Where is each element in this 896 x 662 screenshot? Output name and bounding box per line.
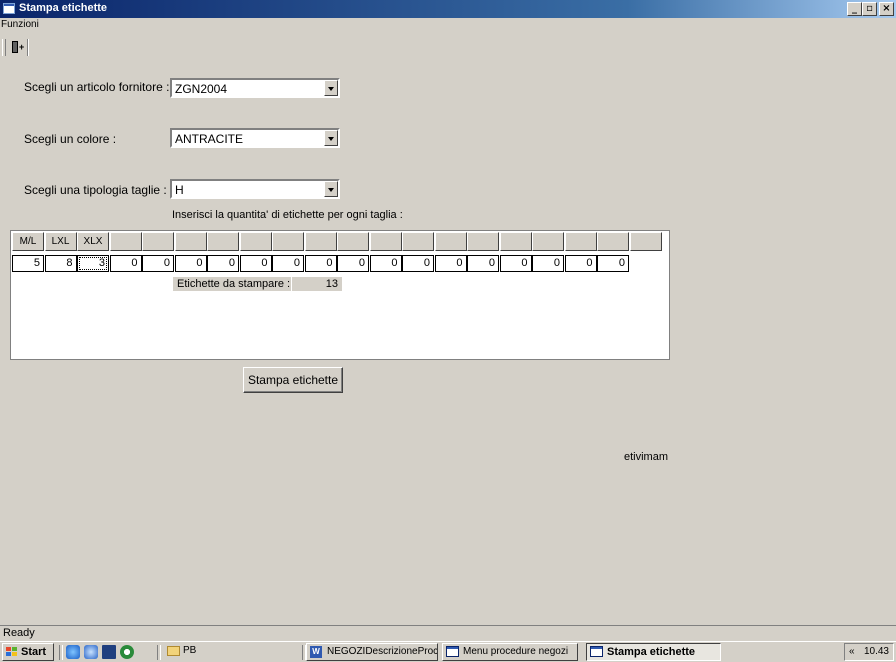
quantity-input[interactable]: 0 — [369, 255, 402, 272]
quantity-input[interactable]: 5 — [12, 255, 44, 272]
toolbar-grip — [2, 39, 6, 56]
quantity-input[interactable]: 0 — [272, 255, 304, 272]
quantity-input[interactable]: 0 — [304, 255, 337, 272]
taglie-label: Scegli una tipologia taglie : — [24, 183, 167, 197]
task-label: Menu procedure negozi — [463, 646, 569, 657]
window-icon — [446, 646, 459, 657]
articolo-value: ZGN2004 — [175, 82, 228, 96]
taglie-value: H — [175, 183, 184, 197]
quantity-input[interactable]: 0 — [174, 255, 207, 272]
status-bar: Ready — [0, 625, 896, 641]
exit-door-icon — [12, 41, 18, 53]
taglie-dropdown[interactable]: H — [170, 179, 340, 199]
instruction-text: Inserisci la quantita' di etichette per … — [172, 209, 403, 221]
task-menu-procedure[interactable]: Menu procedure negozi — [442, 643, 578, 661]
user-name: etivimam — [624, 451, 669, 463]
size-header-cell — [304, 232, 337, 251]
size-header-cell — [337, 232, 369, 251]
chevron-down-icon[interactable] — [324, 130, 338, 146]
size-header-cell — [564, 232, 597, 251]
size-header-cell — [629, 232, 662, 251]
folder-icon — [167, 646, 180, 656]
quantity-input[interactable]: 3 — [77, 255, 109, 272]
colore-dropdown[interactable]: ANTRACITE — [170, 128, 340, 148]
size-header-cell — [597, 232, 629, 251]
task-stampa-etichette[interactable]: Stampa etichette — [586, 643, 721, 661]
system-tray: « 10.43 — [844, 643, 894, 661]
start-label: Start — [21, 646, 47, 658]
size-header-cell — [174, 232, 207, 251]
taskbar: Start PB W NEGOZIDescrizioneProce... Men… — [0, 641, 896, 662]
size-header-cell — [239, 232, 272, 251]
start-button[interactable]: Start — [2, 643, 54, 661]
size-header-cell: XLX — [77, 232, 109, 251]
quantity-input[interactable]: 0 — [467, 255, 499, 272]
taskbar-grip — [157, 645, 161, 660]
word-doc-icon: W — [310, 646, 322, 658]
exit-arrow-icon: + — [19, 42, 25, 52]
menu-funzioni[interactable]: Funzioni — [0, 19, 39, 30]
quantity-input[interactable]: 0 — [207, 255, 239, 272]
chevron-down-icon[interactable] — [324, 181, 338, 197]
menu-bar: Funzioni — [0, 18, 896, 34]
size-header-cell — [532, 232, 564, 251]
quicklaunch-grip — [59, 645, 63, 660]
quantity-input[interactable]: 0 — [499, 255, 532, 272]
window-title: Stampa etichette — [19, 2, 108, 14]
size-header-cell — [142, 232, 174, 251]
folder-pb-button[interactable]: PB — [163, 643, 223, 661]
windows-flag-icon — [6, 647, 18, 657]
quantity-input[interactable]: 0 — [142, 255, 174, 272]
task-label: NEGOZIDescrizioneProce... — [327, 646, 438, 657]
status-text: Ready — [3, 627, 35, 639]
colore-value: ANTRACITE — [175, 132, 244, 146]
size-header-cell — [272, 232, 304, 251]
size-quantity-grid: M/L LXL XLX 5830000000000000000 Etichette … — [10, 230, 670, 360]
minimize-button[interactable]: _ — [847, 2, 862, 16]
chevron-down-icon[interactable] — [324, 80, 338, 96]
quantity-input[interactable]: 0 — [434, 255, 467, 272]
size-header-cell: M/L — [12, 232, 44, 251]
articolo-dropdown[interactable]: ZGN2004 — [170, 78, 340, 98]
articolo-label: Scegli un articolo fornitore : — [24, 80, 170, 94]
ie-icon[interactable] — [66, 645, 80, 659]
folder-label: PB — [183, 645, 197, 656]
total-value: 13 — [292, 277, 342, 291]
size-header-cell — [369, 232, 402, 251]
total-label: Etichette da stampare : — [173, 277, 291, 291]
print-labels-button[interactable]: Stampa etichette — [243, 367, 343, 393]
quantity-input[interactable]: 0 — [597, 255, 629, 272]
app-window-icon — [3, 3, 15, 14]
size-header-cell — [109, 232, 142, 251]
task-label: Stampa etichette — [607, 646, 696, 658]
window-icon — [590, 646, 603, 657]
quantity-input[interactable]: 0 — [239, 255, 272, 272]
media-player-icon[interactable] — [120, 645, 134, 659]
size-header-cell — [434, 232, 467, 251]
desktop-icon[interactable] — [102, 645, 116, 659]
colore-label: Scegli un colore : — [24, 132, 117, 146]
exit-button[interactable]: + — [9, 39, 26, 56]
clock: 10.43 — [863, 646, 889, 657]
size-header-cell — [402, 232, 434, 251]
close-button[interactable]: × — [879, 2, 894, 16]
quantity-input[interactable]: 8 — [44, 255, 77, 272]
quantity-input[interactable]: 0 — [109, 255, 142, 272]
maximize-button[interactable]: ▫ — [862, 2, 877, 16]
task-negozi-doc[interactable]: W NEGOZIDescrizioneProce... — [306, 643, 438, 661]
quantity-input[interactable]: 0 — [564, 255, 597, 272]
quantity-input[interactable]: 0 — [532, 255, 564, 272]
title-bar: Stampa etichette _ ▫ × — [0, 0, 896, 18]
toolbar: + — [0, 36, 896, 60]
window-controls: _ ▫ × — [847, 2, 894, 16]
size-header-cell — [499, 232, 532, 251]
tray-expand-icon[interactable]: « — [849, 644, 855, 660]
size-header-cell: LXL — [44, 232, 77, 251]
quantity-input[interactable]: 0 — [337, 255, 369, 272]
outlook-icon[interactable] — [84, 645, 98, 659]
size-header-cell — [467, 232, 499, 251]
quantity-input[interactable]: 0 — [402, 255, 434, 272]
size-header-cell — [207, 232, 239, 251]
toolbar-separator — [27, 39, 29, 56]
